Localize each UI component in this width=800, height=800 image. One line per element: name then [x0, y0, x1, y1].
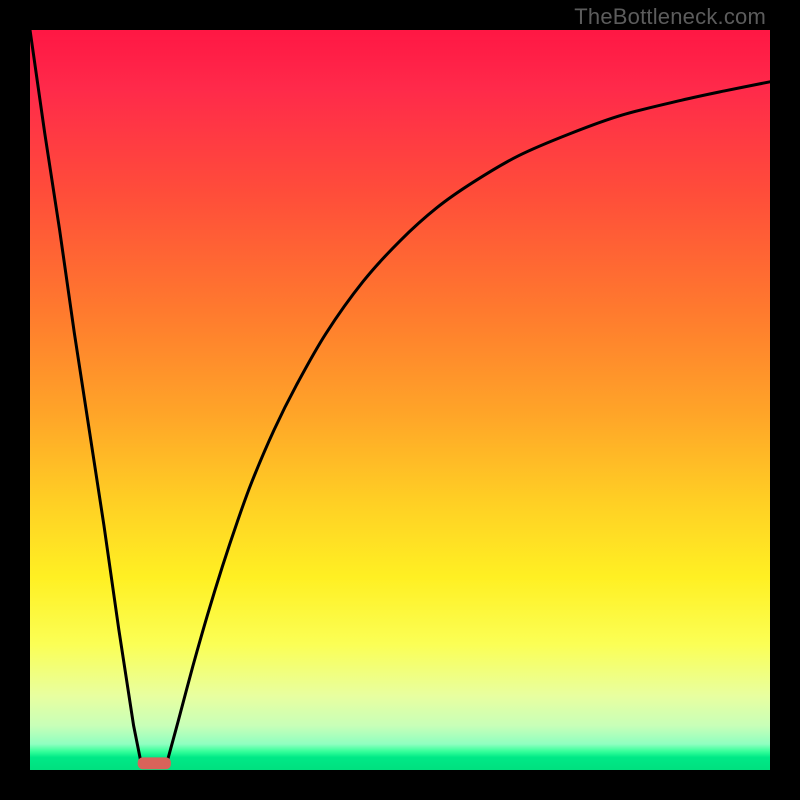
valley-marker: [138, 757, 171, 769]
chart-frame: TheBottleneck.com: [0, 0, 800, 800]
watermark-text: TheBottleneck.com: [574, 4, 766, 30]
curve-right-limb: [167, 82, 770, 763]
plot-area: [30, 30, 770, 770]
chart-curves: [30, 30, 770, 770]
curve-left-limb: [30, 30, 141, 763]
